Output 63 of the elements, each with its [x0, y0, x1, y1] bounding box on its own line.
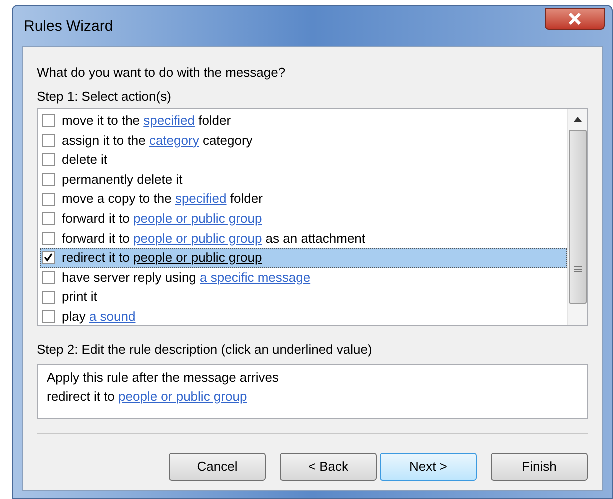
action-item[interactable]: permanently delete it: [40, 170, 567, 190]
action-item[interactable]: redirect it to people or public group: [40, 248, 567, 268]
action-item[interactable]: print it: [40, 287, 567, 307]
action-text: have server reply using: [62, 268, 198, 287]
wizard-button[interactable]: Cancel: [169, 452, 266, 480]
checkbox[interactable]: [42, 134, 55, 147]
scrollbar[interactable]: [567, 109, 587, 325]
wizard-button[interactable]: Finish: [491, 452, 588, 480]
value-link[interactable]: people or public group: [118, 386, 248, 406]
action-text: forward it to: [62, 230, 131, 248]
value-link[interactable]: a specific message: [200, 268, 311, 288]
prompt-text: What do you want to do with the message?: [37, 64, 287, 82]
checkbox[interactable]: [42, 192, 55, 206]
scroll-up-icon[interactable]: [574, 117, 582, 122]
action-item[interactable]: assign it to the category category: [40, 130, 567, 150]
action-item[interactable]: move a copy to the specified folder: [40, 189, 567, 209]
checkbox[interactable]: [42, 310, 55, 324]
checkbox[interactable]: [42, 173, 55, 186]
action-item[interactable]: have server reply using a specific message: [40, 268, 567, 288]
action-text: print it: [62, 288, 98, 306]
action-text: forward it to: [62, 210, 131, 228]
value-link[interactable]: people or public group: [134, 228, 262, 248]
check-icon: [44, 253, 53, 262]
checkbox[interactable]: [42, 114, 55, 128]
action-text: move a copy to the: [62, 190, 173, 208]
action-text: redirect it to: [47, 388, 116, 406]
action-text: folder: [229, 190, 263, 208]
value-link[interactable]: people or public group: [134, 209, 262, 229]
wizard-button[interactable]: < Back: [280, 452, 377, 480]
step-label: Step 1: Select action(s): [37, 88, 172, 106]
action-item[interactable]: forward it to people or public group: [40, 208, 567, 229]
scroll-thumb[interactable]: [568, 130, 586, 304]
checkbox[interactable]: [42, 290, 55, 304]
action-text: assign it to the: [62, 132, 147, 150]
value-link[interactable]: a sound: [89, 306, 136, 326]
close-icon: [568, 13, 582, 25]
action-item[interactable]: forward it to people or public group as an attachment: [40, 228, 567, 248]
action-text: play: [62, 308, 87, 326]
checkbox[interactable]: [42, 271, 55, 284]
action-text: redirect it to: [62, 249, 131, 268]
value-link[interactable]: category: [149, 130, 200, 150]
wizard-button[interactable]: Next >: [380, 452, 477, 480]
checkbox[interactable]: [42, 212, 55, 226]
action-text: folder: [198, 112, 232, 130]
value-link[interactable]: people or public group: [134, 248, 262, 268]
checkbox[interactable]: [42, 232, 55, 245]
action-text: delete it: [62, 151, 108, 170]
action-text: Apply this rule after the message arrives: [47, 368, 279, 386]
checkbox[interactable]: [42, 153, 55, 166]
action-item[interactable]: move it to the specified folder: [40, 111, 567, 131]
action-item[interactable]: play a sound: [40, 306, 567, 327]
checkbox[interactable]: [42, 251, 55, 264]
action-text: category: [202, 132, 253, 150]
value-link[interactable]: specified: [144, 111, 195, 131]
action-text: permanently delete it: [62, 170, 183, 189]
action-text: as an attachment: [264, 230, 366, 248]
action-text: move it to the: [62, 112, 142, 130]
window-title: Rules Wizard: [24, 17, 114, 37]
action-item[interactable]: delete it: [40, 150, 567, 170]
step-label: Step 2: Edit the rule description (click an underlined value): [37, 341, 374, 359]
grip-icon: [574, 266, 582, 273]
close-button[interactable]: [545, 8, 605, 30]
value-link[interactable]: specified: [175, 189, 227, 209]
